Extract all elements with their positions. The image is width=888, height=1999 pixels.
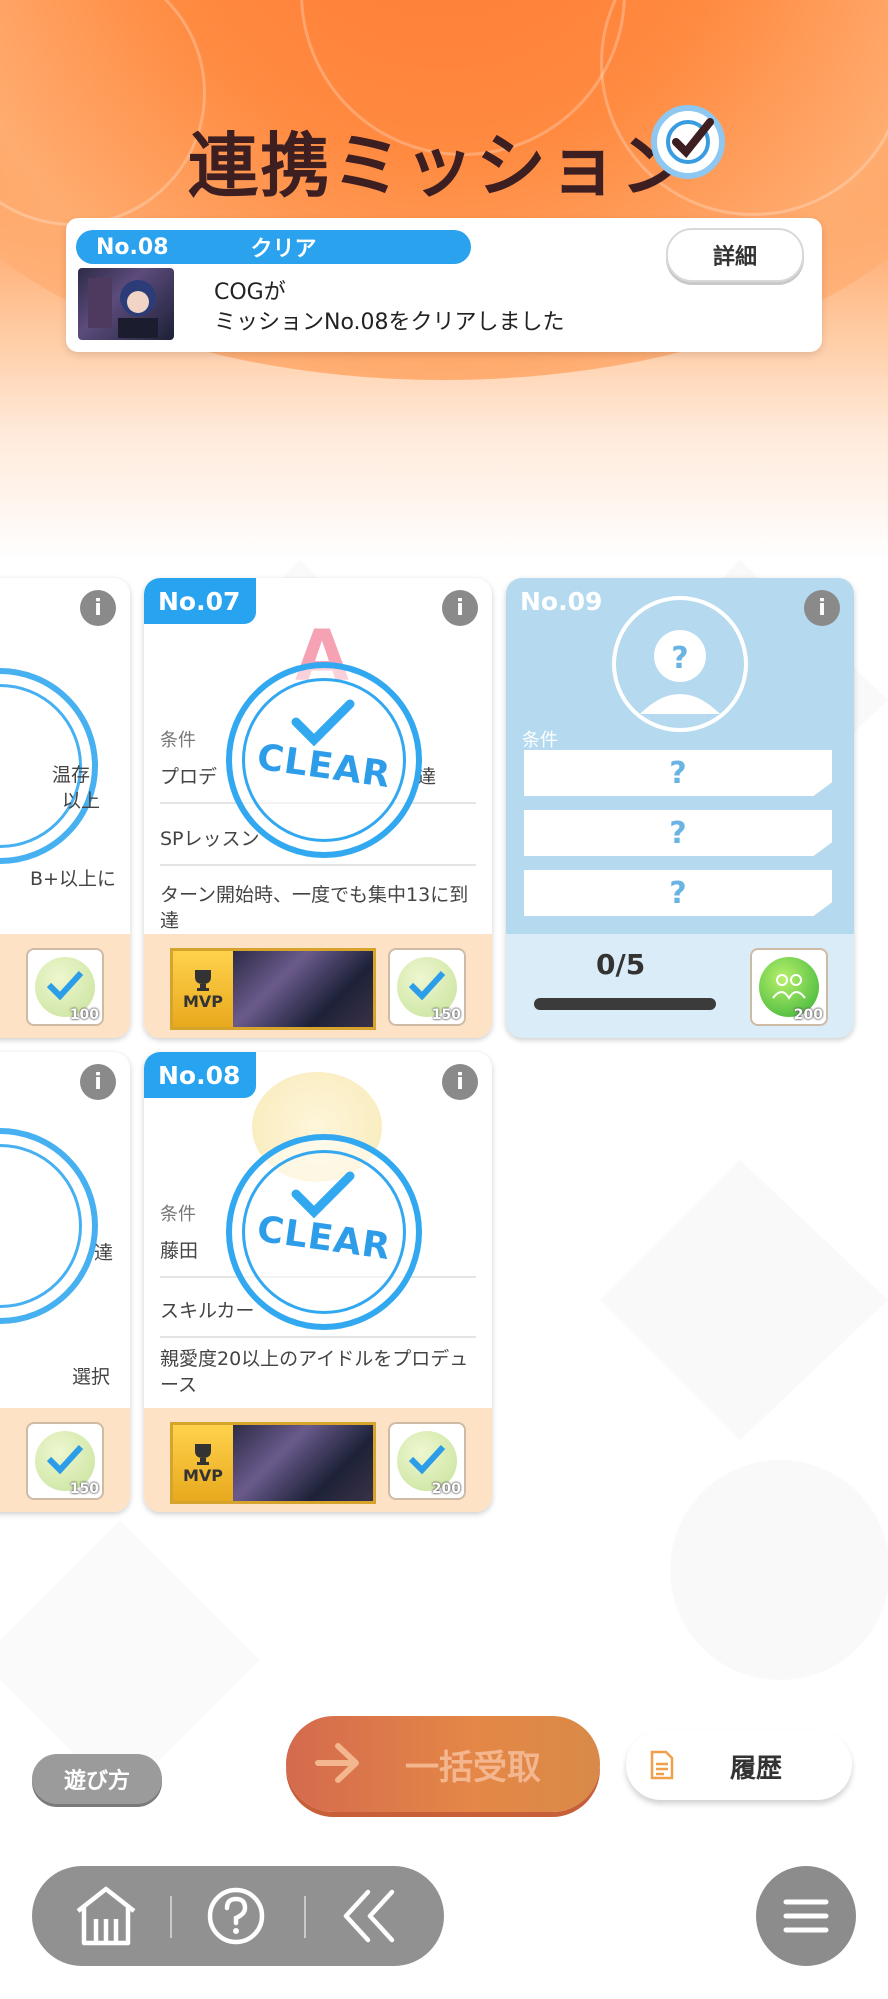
document-icon [650,1750,674,1780]
clear-notification: No.08 クリア 詳細 COGが ミッションNo.08をクリアしました [66,218,822,352]
reward-item[interactable]: 200 [388,1422,466,1500]
condition-1-text: プロデ [160,766,218,788]
card-footer: 0/5 200 [506,934,854,1038]
info-icon[interactable]: i [442,1064,478,1100]
mvp-label: MVP [182,991,224,1011]
mission-card-no07[interactable]: No.07 i A 条件 プロデ 達 SPレッスン ターン開始時、一度でも集中1… [144,578,492,1038]
history-button[interactable]: 履歴 [626,1730,852,1800]
mission-card-partial-top[interactable]: i 温存 以上 B+以上に 100 [0,578,130,1038]
progress-bar [534,998,716,1010]
clear-stamp [0,1128,98,1324]
cond-text: B+以上に [30,868,116,890]
notice-message: COGが ミッションNo.08をクリアしました [214,278,565,338]
cond-text: 選択 [72,1366,111,1388]
bottom-navigation [32,1866,444,1966]
mvp-character-image [233,951,373,1027]
claim-all-label: 一括受取 [405,1747,541,1788]
mvp-badge: MVP [170,948,376,1030]
detail-button[interactable]: 詳細 [666,228,804,282]
mvp-label: MVP [182,1465,224,1485]
clear-stamp: CLEAR [226,1134,422,1330]
home-button[interactable] [66,1880,146,1952]
reward-item[interactable]: 150 [26,1422,104,1500]
back-button[interactable] [330,1880,410,1952]
reward-item[interactable]: 200 [750,948,828,1026]
card-footer: MVP 200 [144,1408,492,1512]
mission-card-no08[interactable]: No.08 i 条件 藤田 スキルカー 親愛度20以上のアイドルをプロデュース … [144,1052,492,1512]
reward-amount: 150 [69,1481,99,1497]
notice-number: No.08 [96,234,169,260]
back-icon [343,1889,395,1943]
notice-line1: COGが [214,280,286,305]
history-label: 履歴 [730,1754,783,1784]
help-icon [207,1887,265,1945]
reward-amount: 200 [793,1007,823,1023]
notice-tag: No.08 クリア [76,230,471,264]
check-icon [408,1444,446,1474]
check-icon [291,699,355,747]
mission-number: No.09 [520,586,603,616]
mission-number: No.07 [144,578,257,624]
mission-card-partial-bottom[interactable]: i 達 選択 150 [0,1052,130,1512]
claim-all-button[interactable]: 一括受取 [286,1716,600,1812]
progress-text: 0/5 [596,948,646,981]
reward-amount: 150 [431,1007,461,1023]
condition-label: 条件 [160,1204,196,1225]
condition-label: 条件 [522,730,558,751]
target-icon [651,105,725,179]
trophy-icon: MVP [173,951,233,1027]
info-icon[interactable]: i [80,1064,116,1100]
svg-text:?: ? [671,641,688,676]
mission-number: No.08 [144,1052,257,1098]
check-icon [291,1171,355,1219]
character-thumbnail-icon [88,278,158,338]
reward-amount: 200 [431,1481,461,1497]
info-icon[interactable]: i [442,590,478,626]
card-footer: MVP 150 [144,934,492,1038]
notice-thumbnail [78,268,174,340]
mvp-character-image [233,1425,373,1501]
home-icon [76,1886,136,1946]
info-icon[interactable]: i [80,590,116,626]
title-text: 連携ミッション [188,124,692,207]
hidden-condition-2: ? [524,810,832,856]
unknown-idol-icon: ? [612,596,748,732]
check-icon [46,970,84,1000]
card-footer: 150 [0,1408,130,1512]
condition-label: 条件 [160,730,196,751]
mvp-badge: MVP [170,1422,376,1504]
help-button[interactable] [196,1880,276,1952]
cond-text: 温存 [52,764,91,786]
condition-3: 親愛度20以上のアイドルをプロデュース [160,1348,469,1396]
nav-divider [170,1896,172,1938]
cond-text: 以上 [62,790,101,812]
mission-screen: 連携ミッション No.08 クリア 詳細 COGが ミッションNo.08をクリア… [0,0,888,1999]
hidden-condition-3: ? [524,870,832,916]
menu-button[interactable] [756,1866,856,1966]
notice-line2: ミッションNo.08をクリアしました [214,310,565,335]
how-to-play-button[interactable]: 遊び方 [32,1754,162,1804]
hidden-condition-1: ? [524,750,832,796]
reward-item[interactable]: 100 [26,948,104,1026]
page-title: 連携ミッション [160,105,725,210]
arrow-right-icon [315,1743,359,1783]
reward-item[interactable]: 150 [388,948,466,1026]
trophy-icon: MVP [173,1425,233,1501]
friends-icon [772,974,806,1000]
cond-text: 達 [94,1242,114,1264]
notice-state: クリア [250,237,317,262]
clear-stamp: CLEAR [226,662,422,858]
menu-icon [783,1899,829,1933]
card-footer: 100 [0,934,130,1038]
check-icon [408,970,446,1000]
nav-divider [304,1896,306,1938]
mission-card-no09[interactable]: No.09 i ? 条件 ? ? ? 0/5 200 [506,578,854,1038]
info-icon[interactable]: i [804,590,840,626]
check-icon [46,1444,84,1474]
reward-amount: 100 [69,1007,99,1023]
